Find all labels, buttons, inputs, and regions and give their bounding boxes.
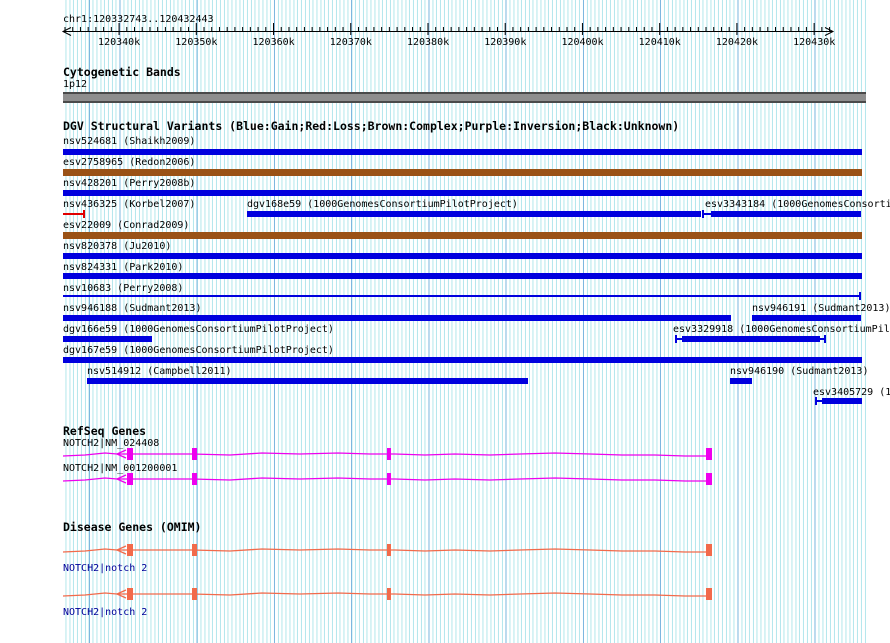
exon-block xyxy=(387,544,391,556)
ruler-tick-label: 120340k xyxy=(98,37,140,48)
variant-label: nsv824331 (Park2010) xyxy=(63,262,183,273)
variant-bar[interactable] xyxy=(63,169,862,176)
ruler-tick-label: 120360k xyxy=(253,37,295,48)
ruler-tick-label: 120410k xyxy=(639,37,681,48)
exon-block xyxy=(127,544,133,556)
variant-label: esv3405729 (1 xyxy=(813,387,890,398)
variant-bar[interactable] xyxy=(63,253,862,259)
variant-bar[interactable] xyxy=(822,398,862,404)
exon-block xyxy=(127,448,133,460)
variant-label: nsv946188 (Sudmant2013) xyxy=(63,303,201,314)
variant-label: nsv436325 (Korbel2007) xyxy=(63,199,195,210)
variant-bar[interactable] xyxy=(87,378,528,384)
variant-whisker-line xyxy=(815,400,822,402)
exon-block xyxy=(192,448,197,460)
variant-bar[interactable] xyxy=(63,336,152,342)
variant-bar[interactable] xyxy=(63,149,862,155)
variant-bar[interactable] xyxy=(63,273,862,279)
variant-label: dgv166e59 (1000GenomesConsortiumPilotPro… xyxy=(63,324,334,335)
ruler-tick-label: 120350k xyxy=(175,37,217,48)
genome-browser-panel: chr1:120332743..120432443 120340k120350k… xyxy=(0,0,890,643)
variant-label: dgv168e59 (1000GenomesConsortiumPilotPro… xyxy=(247,199,518,210)
ruler-tick-label: 120420k xyxy=(716,37,758,48)
ruler-tick-label: 120430k xyxy=(793,37,835,48)
variant-label: nsv946190 (Sudmant2013) xyxy=(730,366,868,377)
section-title-refseq-genes: RefSeq Genes xyxy=(63,425,146,437)
variant-end-tick xyxy=(83,210,85,218)
variant-label: nsv524681 (Shaikh2009) xyxy=(63,136,195,147)
variant-bar[interactable] xyxy=(63,315,731,321)
variant-label: esv22009 (Conrad2009) xyxy=(63,220,189,231)
variant-whisker-line xyxy=(675,338,682,340)
exon-block xyxy=(192,544,197,556)
variant-bar[interactable] xyxy=(730,378,752,384)
exon-block xyxy=(192,473,197,485)
section-title-disease-genes: Disease Genes (OMIM) xyxy=(63,521,201,533)
exon-block xyxy=(706,588,712,600)
gene-model[interactable] xyxy=(0,541,890,561)
variant-end-tick xyxy=(859,292,861,300)
variant-label: nsv820378 (Ju2010) xyxy=(63,241,171,252)
ruler-tick-label: 120400k xyxy=(561,37,603,48)
variant-line[interactable] xyxy=(63,213,84,215)
variant-bar[interactable] xyxy=(682,336,820,342)
variant-bar[interactable] xyxy=(63,232,862,239)
variant-bar[interactable] xyxy=(63,357,862,363)
ruler-tick-label: 120390k xyxy=(484,37,526,48)
gene-model[interactable] xyxy=(0,585,890,605)
variant-bar[interactable] xyxy=(247,211,701,217)
gene-label: NOTCH2|notch 2 xyxy=(63,607,147,618)
gene-model[interactable] xyxy=(0,470,890,490)
variant-label: dgv167e59 (1000GenomesConsortiumPilotPro… xyxy=(63,345,334,356)
variant-label: nsv10683 (Perry2008) xyxy=(63,283,183,294)
gene-label: NOTCH2|notch 2 xyxy=(63,563,147,574)
exon-block xyxy=(387,448,391,460)
cytoband-bar[interactable] xyxy=(63,92,866,103)
variant-line[interactable] xyxy=(63,295,860,297)
gene-model[interactable] xyxy=(0,445,890,465)
variant-label: esv3343184 (1000GenomesConsorti xyxy=(705,199,890,210)
exon-block xyxy=(387,588,391,600)
ruler-tick-label: 120380k xyxy=(407,37,449,48)
exon-block xyxy=(706,448,712,460)
variant-label: nsv946191 (Sudmant2013) xyxy=(752,303,890,314)
exon-block xyxy=(706,544,712,556)
variant-bar[interactable] xyxy=(63,190,862,196)
exon-block xyxy=(192,588,197,600)
variant-label: esv3329918 (1000GenomesConsortiumPil xyxy=(673,324,890,335)
section-title-cytobands: Cytogenetic Bands xyxy=(63,66,181,78)
exon-block xyxy=(127,473,133,485)
exon-block xyxy=(127,588,133,600)
variant-whisker-line xyxy=(702,213,711,215)
variant-bar[interactable] xyxy=(752,315,861,321)
variant-bar[interactable] xyxy=(711,211,861,217)
cytoband-label: 1p12 xyxy=(63,79,87,90)
variant-label: nsv428201 (Perry2008b) xyxy=(63,178,195,189)
variant-label: esv2758965 (Redon2006) xyxy=(63,157,195,168)
section-title-dgv-variants: DGV Structural Variants (Blue:Gain;Red:L… xyxy=(63,120,679,132)
exon-block xyxy=(706,473,712,485)
ruler-tick-label: 120370k xyxy=(330,37,372,48)
variant-whisker-tick xyxy=(824,335,826,343)
exon-block xyxy=(387,473,391,485)
variant-label: nsv514912 (Campbell2011) xyxy=(87,366,232,377)
